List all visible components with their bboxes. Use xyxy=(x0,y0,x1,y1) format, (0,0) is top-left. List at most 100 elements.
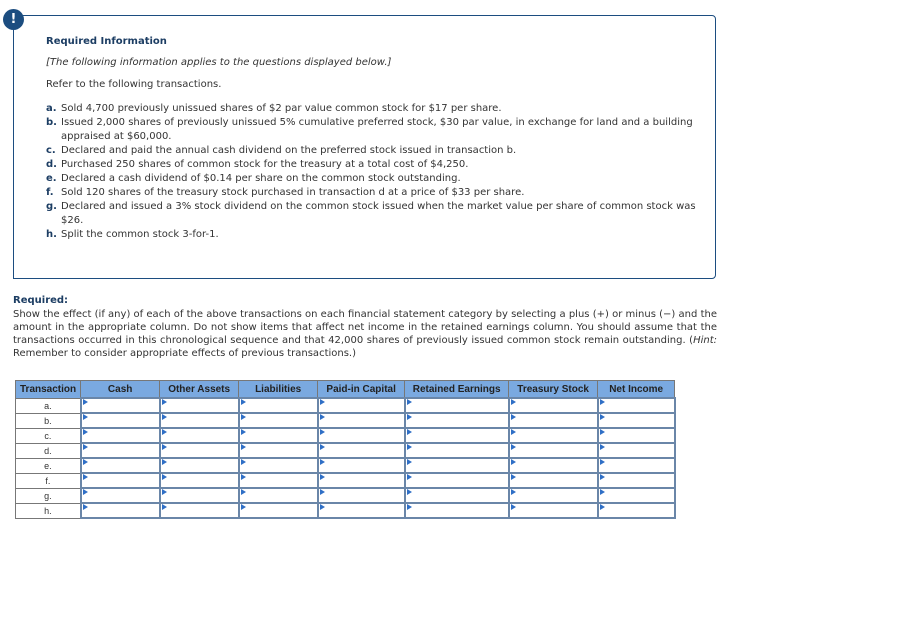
cell-retained-earnings[interactable] xyxy=(403,412,510,429)
treasury-stock-input[interactable] xyxy=(509,399,597,412)
cell-net-income[interactable] xyxy=(596,487,676,504)
cell-net-income[interactable] xyxy=(596,457,676,474)
paid-in-capital-input[interactable] xyxy=(318,504,404,517)
retained-earnings-input[interactable] xyxy=(405,504,508,517)
treasury-stock-input[interactable] xyxy=(509,489,597,502)
cell-liabilities[interactable] xyxy=(237,487,319,504)
treasury-stock-input[interactable] xyxy=(509,414,597,427)
cell-other-assets[interactable] xyxy=(158,487,240,504)
net-income-input[interactable] xyxy=(598,474,674,487)
treasury-stock-input[interactable] xyxy=(509,459,597,472)
cell-other-assets[interactable] xyxy=(158,427,240,444)
cell-other-assets[interactable] xyxy=(158,472,240,489)
cell-liabilities[interactable] xyxy=(237,457,319,474)
cell-paid-in-capital[interactable] xyxy=(316,502,406,519)
cell-treasury-stock[interactable] xyxy=(507,472,599,489)
cell-other-assets[interactable] xyxy=(158,412,240,429)
retained-earnings-input[interactable] xyxy=(405,399,508,412)
net-income-input[interactable] xyxy=(598,444,674,457)
cell-cash[interactable] xyxy=(79,412,161,429)
other-assets-input[interactable] xyxy=(160,444,238,457)
liabilities-input[interactable] xyxy=(239,429,317,442)
cell-net-income[interactable] xyxy=(596,472,676,489)
cell-retained-earnings[interactable] xyxy=(403,487,510,504)
cell-liabilities[interactable] xyxy=(237,472,319,489)
paid-in-capital-input[interactable] xyxy=(318,444,404,457)
cell-cash[interactable] xyxy=(79,502,161,519)
cell-treasury-stock[interactable] xyxy=(507,442,599,459)
cell-treasury-stock[interactable] xyxy=(507,487,599,504)
other-assets-input[interactable] xyxy=(160,504,238,517)
cell-other-assets[interactable] xyxy=(158,457,240,474)
net-income-input[interactable] xyxy=(598,459,674,472)
cash-input[interactable] xyxy=(81,474,159,487)
liabilities-input[interactable] xyxy=(239,474,317,487)
cell-paid-in-capital[interactable] xyxy=(316,397,406,414)
liabilities-input[interactable] xyxy=(239,504,317,517)
cell-retained-earnings[interactable] xyxy=(403,427,510,444)
cell-net-income[interactable] xyxy=(596,427,676,444)
cell-treasury-stock[interactable] xyxy=(507,457,599,474)
liabilities-input[interactable] xyxy=(239,489,317,502)
net-income-input[interactable] xyxy=(598,399,674,412)
cell-liabilities[interactable] xyxy=(237,502,319,519)
cash-input[interactable] xyxy=(81,444,159,457)
cell-liabilities[interactable] xyxy=(237,442,319,459)
net-income-input[interactable] xyxy=(598,504,674,517)
cash-input[interactable] xyxy=(81,459,159,472)
cell-cash[interactable] xyxy=(79,442,161,459)
cell-cash[interactable] xyxy=(79,397,161,414)
liabilities-input[interactable] xyxy=(239,459,317,472)
treasury-stock-input[interactable] xyxy=(509,474,597,487)
paid-in-capital-input[interactable] xyxy=(318,459,404,472)
cell-retained-earnings[interactable] xyxy=(403,457,510,474)
retained-earnings-input[interactable] xyxy=(405,489,508,502)
retained-earnings-input[interactable] xyxy=(405,474,508,487)
cell-retained-earnings[interactable] xyxy=(403,397,510,414)
retained-earnings-input[interactable] xyxy=(405,459,508,472)
cell-liabilities[interactable] xyxy=(237,397,319,414)
treasury-stock-input[interactable] xyxy=(509,429,597,442)
net-income-input[interactable] xyxy=(598,489,674,502)
other-assets-input[interactable] xyxy=(160,414,238,427)
other-assets-input[interactable] xyxy=(160,399,238,412)
other-assets-input[interactable] xyxy=(160,459,238,472)
cell-retained-earnings[interactable] xyxy=(403,472,510,489)
other-assets-input[interactable] xyxy=(160,489,238,502)
liabilities-input[interactable] xyxy=(239,414,317,427)
paid-in-capital-input[interactable] xyxy=(318,414,404,427)
liabilities-input[interactable] xyxy=(239,399,317,412)
cell-net-income[interactable] xyxy=(596,502,676,519)
cell-cash[interactable] xyxy=(79,487,161,504)
cash-input[interactable] xyxy=(81,414,159,427)
cell-paid-in-capital[interactable] xyxy=(316,457,406,474)
cell-treasury-stock[interactable] xyxy=(507,412,599,429)
cell-liabilities[interactable] xyxy=(237,412,319,429)
paid-in-capital-input[interactable] xyxy=(318,399,404,412)
cell-paid-in-capital[interactable] xyxy=(316,412,406,429)
cell-cash[interactable] xyxy=(79,457,161,474)
other-assets-input[interactable] xyxy=(160,429,238,442)
cell-net-income[interactable] xyxy=(596,442,676,459)
cell-paid-in-capital[interactable] xyxy=(316,487,406,504)
other-assets-input[interactable] xyxy=(160,474,238,487)
cash-input[interactable] xyxy=(81,399,159,412)
cell-cash[interactable] xyxy=(79,427,161,444)
retained-earnings-input[interactable] xyxy=(405,429,508,442)
cell-paid-in-capital[interactable] xyxy=(316,472,406,489)
paid-in-capital-input[interactable] xyxy=(318,429,404,442)
cell-liabilities[interactable] xyxy=(237,427,319,444)
cell-other-assets[interactable] xyxy=(158,397,240,414)
cell-treasury-stock[interactable] xyxy=(507,502,599,519)
cell-other-assets[interactable] xyxy=(158,442,240,459)
retained-earnings-input[interactable] xyxy=(405,444,508,457)
cell-other-assets[interactable] xyxy=(158,502,240,519)
treasury-stock-input[interactable] xyxy=(509,444,597,457)
retained-earnings-input[interactable] xyxy=(405,414,508,427)
cell-treasury-stock[interactable] xyxy=(507,397,599,414)
cell-net-income[interactable] xyxy=(596,397,676,414)
cell-retained-earnings[interactable] xyxy=(403,502,510,519)
cell-paid-in-capital[interactable] xyxy=(316,442,406,459)
cash-input[interactable] xyxy=(81,504,159,517)
treasury-stock-input[interactable] xyxy=(509,504,597,517)
